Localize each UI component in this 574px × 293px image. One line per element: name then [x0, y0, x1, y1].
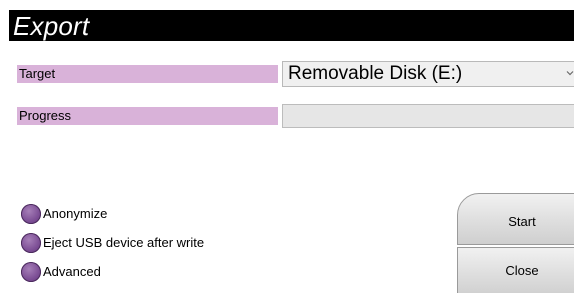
- progress-bar: [282, 104, 574, 128]
- title-bar: Export: [9, 10, 574, 41]
- advanced-label: Advanced: [43, 264, 101, 279]
- export-dialog: Export Target Removable Disk (E:) Progre…: [9, 10, 574, 293]
- target-label: Target: [17, 65, 278, 83]
- target-select-value: Removable Disk (E:): [288, 63, 463, 84]
- chevron-down-icon: [566, 71, 574, 76]
- anonymize-radio[interactable]: [21, 204, 41, 224]
- dialog-title: Export: [13, 11, 90, 41]
- anonymize-label: Anonymize: [43, 206, 108, 221]
- advanced-radio[interactable]: [21, 262, 41, 282]
- progress-label: Progress: [17, 107, 278, 125]
- target-select[interactable]: Removable Disk (E:): [282, 61, 574, 87]
- eject-usb-label: Eject USB device after write: [43, 235, 205, 250]
- eject-usb-radio[interactable]: [21, 233, 41, 253]
- start-button[interactable]: Start: [457, 193, 574, 245]
- close-button[interactable]: Close: [457, 247, 574, 293]
